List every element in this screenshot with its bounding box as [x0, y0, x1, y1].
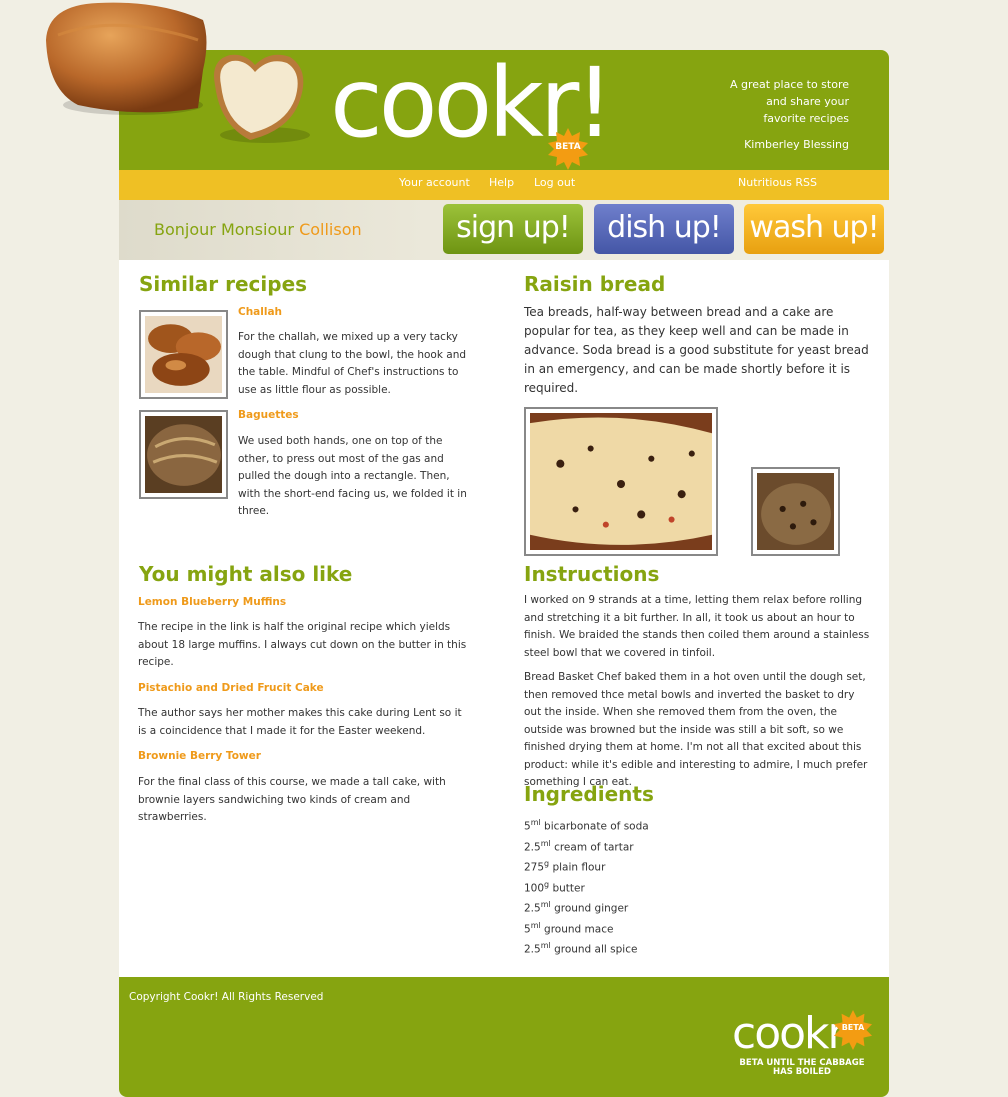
nav-rss[interactable]: Nutritious RSS: [738, 176, 817, 189]
similar-item-title-1[interactable]: Challah: [238, 306, 282, 318]
nav-log-out[interactable]: Log out: [534, 176, 575, 189]
ingredient-qty: 2.5: [524, 943, 541, 956]
recipe-title: Raisin bread: [524, 272, 666, 296]
ingredient-name: bicarbonate of soda: [544, 820, 649, 833]
baguettes-image: [145, 416, 222, 493]
tagline-line-1: A great place to store: [729, 78, 849, 91]
ingredient-unit: ml: [540, 838, 551, 848]
footer: Copyright Cookr! All Rights Reserved coo…: [119, 977, 889, 1097]
ingredient-qty: 5: [524, 923, 531, 935]
similar-recipes-heading: Similar recipes: [139, 272, 308, 296]
ingredient-qty: 275: [524, 861, 545, 874]
also-like-text-1: The recipe in the link is half the origi…: [138, 621, 467, 668]
beta-badge: BETA: [547, 128, 589, 170]
baguettes-thumbnail[interactable]: [139, 410, 228, 499]
footer-tagline: BETA UNTIL THE CABBAGE HAS BOILED: [732, 1059, 872, 1077]
ingredient-unit: g: [544, 859, 550, 868]
raisin-bread-image: [530, 413, 712, 550]
ingredient-name: ground mace: [544, 923, 614, 935]
ingredients-list: 5ml bicarbonate of soda 2.5ml cream of t…: [524, 814, 649, 958]
beta-label: BETA: [555, 142, 581, 152]
footer-logo[interactable]: cookr: [732, 1012, 846, 1056]
greeting-text: Bonjour Monsiour Collison: [154, 220, 362, 239]
also-like-text-2: The author says her mother makes this ca…: [138, 707, 462, 737]
ingredient-item: 275g plain flour: [524, 855, 649, 876]
raisin-loaf-image: [757, 473, 834, 550]
greeting-bar: Bonjour Monsiour Collison sign up! dish …: [119, 200, 889, 260]
also-like-title-1[interactable]: Lemon Blueberry Muffins: [138, 596, 286, 608]
recipe-main-photo[interactable]: [524, 407, 718, 556]
recipe-secondary-thumbnail[interactable]: [751, 467, 840, 556]
ingredient-qty: 5: [524, 820, 531, 833]
copyright-text: Copyright Cookr! All Rights Reserved: [129, 991, 324, 1003]
challah-image: [145, 316, 222, 393]
ingredient-unit: ml: [530, 920, 541, 930]
ingredient-item: 2.5ml ground all spice: [524, 937, 649, 958]
ingredient-unit: g: [544, 879, 550, 889]
similar-item-title-2[interactable]: Baguettes: [238, 409, 299, 421]
nav-your-account[interactable]: Your account: [399, 176, 470, 189]
ingredient-unit: ml: [540, 900, 551, 909]
footer-beta-badge: BETA: [833, 1010, 873, 1050]
also-like-heading: You might also like: [139, 562, 353, 586]
instructions-heading: Instructions: [524, 562, 660, 586]
challah-thumbnail[interactable]: [139, 310, 228, 399]
wash-up-button[interactable]: wash up!: [744, 204, 884, 254]
footer-beta-label: BETA: [841, 1023, 865, 1032]
greeting-prefix: Bonjour Monsiour: [154, 220, 294, 239]
recipe-intro: Tea breads, half-way between bread and a…: [524, 305, 869, 395]
bread-loaf-image: [46, 2, 207, 115]
ingredient-item: 2.5ml ground ginger: [524, 896, 649, 917]
instructions-paragraph-1: I worked on 9 strands at a time, letting…: [524, 594, 870, 659]
instructions-paragraph-2: Bread Basket Chef baked them in a hot ov…: [524, 671, 868, 788]
bread-slice-image: [214, 54, 310, 143]
ingredient-unit: ml: [540, 941, 551, 950]
main-content: Similar recipes Challah For the challah,…: [119, 260, 889, 977]
ingredient-item: 5ml ground mace: [524, 917, 649, 938]
ingredient-qty: 100: [524, 882, 545, 894]
ingredient-item: 100g butter: [524, 876, 649, 897]
ingredient-name: ground all spice: [554, 943, 638, 956]
tagline: A great place to store and share your fa…: [730, 76, 849, 153]
ingredient-item: 2.5ml cream of tartar: [524, 835, 649, 856]
similar-item-text-2: We used both hands, one on top of the ot…: [238, 435, 467, 517]
ingredients-heading: Ingredients: [524, 782, 654, 806]
also-like-title-3[interactable]: Brownie Berry Tower: [138, 750, 261, 762]
ingredient-qty: 2.5: [524, 902, 541, 915]
user-name[interactable]: Kimberley Blessing: [730, 136, 849, 153]
ingredient-unit: ml: [530, 818, 541, 827]
footer-tag-line-2: HAS BOILED: [773, 1067, 831, 1077]
also-like-title-2[interactable]: Pistachio and Dried Frucit Cake: [138, 682, 324, 694]
dish-up-button[interactable]: dish up!: [594, 204, 734, 254]
ingredient-qty: 2.5: [524, 841, 541, 853]
ingredient-item: 5ml bicarbonate of soda: [524, 814, 649, 835]
similar-item-text-1: For the challah, we mixed up a very tack…: [238, 331, 467, 396]
also-like-text-3: For the final class of this course, we m…: [138, 776, 446, 823]
tagline-line-2: and share your: [766, 95, 849, 108]
ingredient-name: plain flour: [552, 861, 606, 874]
top-nav: Your account Help Log out Nutritious RSS: [119, 170, 889, 200]
ingredient-name: cream of tartar: [554, 841, 634, 853]
ingredient-name: ground ginger: [554, 902, 629, 915]
sign-up-button[interactable]: sign up!: [443, 204, 583, 254]
ingredient-name: butter: [552, 882, 585, 894]
tagline-line-3: favorite recipes: [763, 112, 849, 125]
nav-help[interactable]: Help: [489, 176, 514, 189]
greeting-name: Collison: [299, 220, 362, 239]
